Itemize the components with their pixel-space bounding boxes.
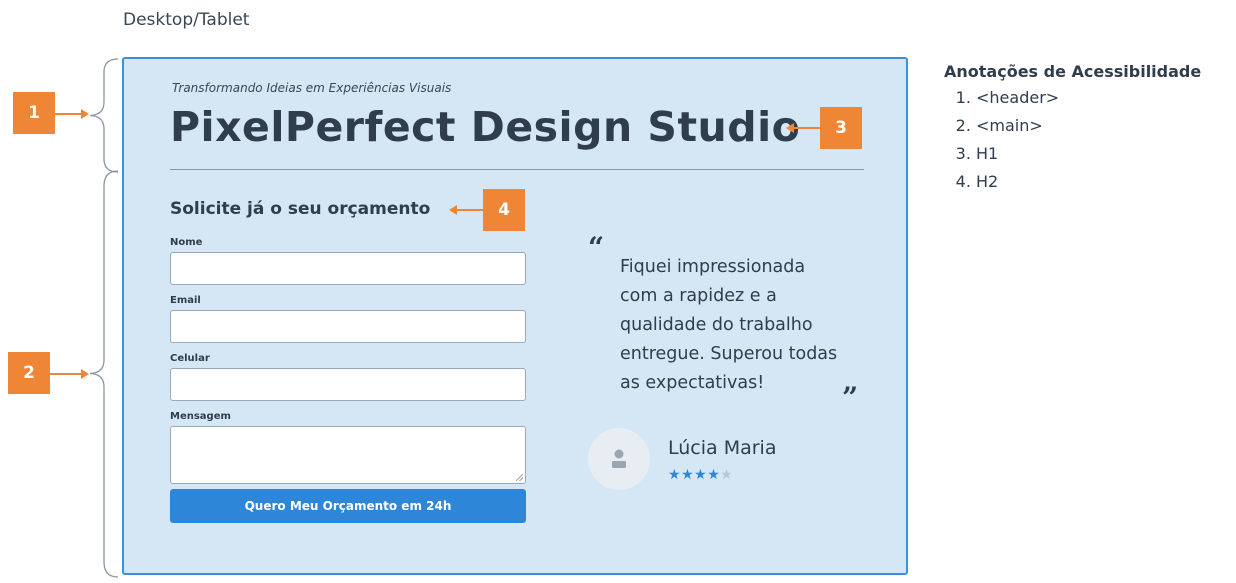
- message-label: Mensagem: [170, 411, 231, 422]
- avatar: [588, 428, 650, 490]
- email-label: Email: [170, 295, 201, 306]
- accessibility-notes-list: <header> <main> H1 H2: [944, 84, 1201, 196]
- header-brace: [89, 58, 119, 173]
- annotation-badge-3: 3: [820, 107, 862, 149]
- phone-field[interactable]: [170, 368, 526, 401]
- annotation-arrow-3: [786, 123, 820, 133]
- form-heading: Solicite já o seu orçamento: [170, 199, 431, 219]
- view-label: Desktop/Tablet: [123, 10, 250, 30]
- annotation-arrow-4: [449, 205, 483, 215]
- user-icon: [612, 449, 626, 468]
- annotation-badge-4: 4: [483, 189, 525, 231]
- star-empty-icon: ★: [720, 467, 734, 483]
- annotation-arrow-2: [50, 369, 89, 379]
- phone-label: Celular: [170, 353, 210, 364]
- submit-button[interactable]: Quero Meu Orçamento em 24h: [170, 489, 526, 523]
- testimonial-text: Fiquei impressionada com a rapidez e a q…: [620, 257, 838, 393]
- message-field[interactable]: [170, 426, 526, 484]
- header-tagline: Transformando Ideias em Experiências Vis…: [172, 81, 452, 95]
- star-rating: ★★★★★: [668, 467, 733, 483]
- page-title: PixelPerfect Design Studio: [170, 103, 801, 151]
- close-quote-icon: ”: [842, 381, 859, 414]
- annotation-item: <header>: [976, 84, 1201, 112]
- annotation-badge-1: 1: [13, 92, 55, 134]
- annotation-item: <main>: [976, 112, 1201, 140]
- star-filled-icon: ★: [707, 467, 721, 483]
- accessibility-notes: Anotações de Acessibilidade <header> <ma…: [944, 62, 1201, 196]
- annotation-item: H2: [976, 168, 1201, 196]
- annotation-arrow-1: [55, 109, 89, 119]
- email-field[interactable]: [170, 310, 526, 343]
- main-brace: [89, 170, 119, 578]
- star-filled-icon: ★: [668, 467, 682, 483]
- accessibility-notes-title: Anotações de Acessibilidade: [944, 62, 1202, 81]
- name-label: Nome: [170, 237, 203, 248]
- page-frame: Transformando Ideias em Experiências Vis…: [122, 57, 908, 575]
- star-filled-icon: ★: [681, 467, 695, 483]
- resize-handle[interactable]: [516, 474, 523, 481]
- open-quote-icon: “: [588, 231, 605, 264]
- star-filled-icon: ★: [694, 467, 708, 483]
- annotation-badge-2: 2: [8, 352, 50, 394]
- header-divider: [170, 169, 864, 170]
- author-name: Lúcia Maria: [668, 437, 777, 459]
- name-field[interactable]: [170, 252, 526, 285]
- annotation-item: H1: [976, 140, 1201, 168]
